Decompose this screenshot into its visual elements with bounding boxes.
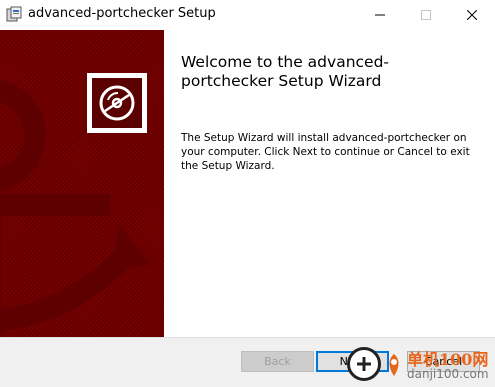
tag-icon [389, 354, 399, 376]
title-bar[interactable]: advanced-portchecker Setup [0, 0, 495, 30]
logo [87, 73, 147, 133]
page-title: Welcome to the advanced-portchecker Setu… [181, 53, 390, 90]
maximize-icon [421, 10, 431, 20]
minimize-button[interactable] [357, 0, 403, 30]
watermark: 单机100网 danji100.com [345, 345, 495, 387]
welcome-description: The Setup Wizard will install advanced-p… [181, 132, 470, 172]
installer-icon [6, 6, 22, 22]
wizard-banner [0, 30, 164, 337]
disc-icon [99, 85, 135, 121]
watermark-domain: danji100.com [407, 367, 489, 381]
maximize-button [403, 0, 449, 30]
close-icon [467, 10, 477, 20]
setup-window: advanced-portchecker Setup Welcome to th… [0, 0, 495, 387]
window-title: advanced-portchecker Setup [28, 6, 216, 21]
back-button: Back [241, 351, 314, 372]
minimize-icon [375, 14, 385, 16]
close-button[interactable] [449, 0, 495, 30]
wizard-content: Welcome to the advanced-portchecker Setu… [164, 30, 495, 337]
plus-logo-icon [347, 347, 381, 381]
